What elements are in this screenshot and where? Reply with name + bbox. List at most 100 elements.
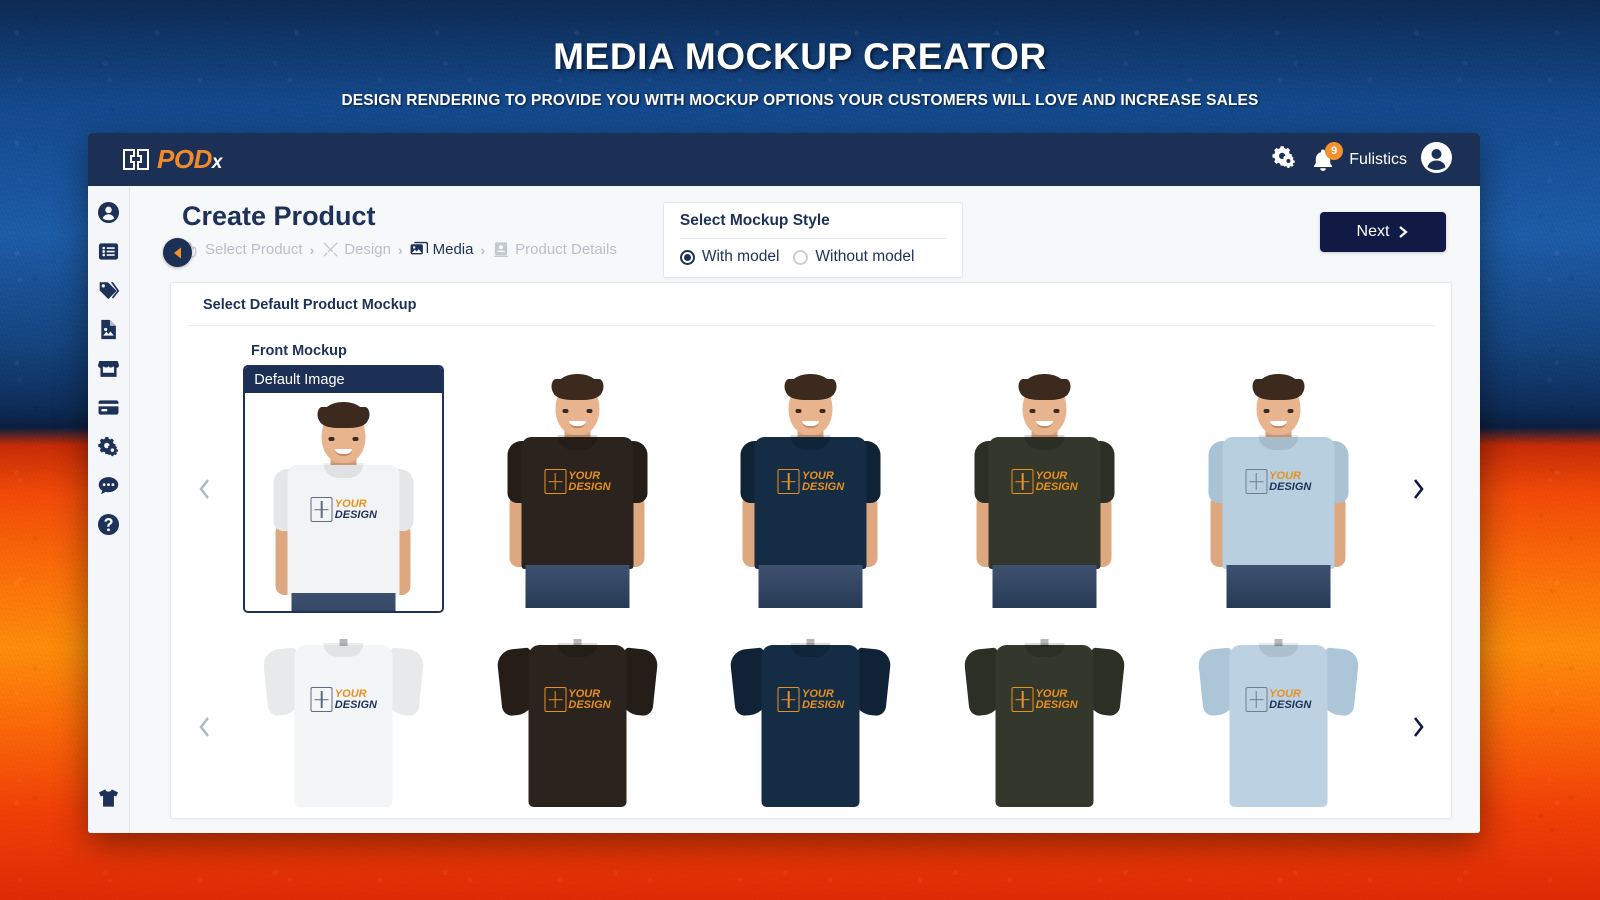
radio-label: Without model xyxy=(815,248,915,265)
logo-puzzle-icon xyxy=(122,148,150,171)
mockup-thumbnail-navy-flat: YOUR DESIGN xyxy=(710,627,911,818)
carousel-prev-row1[interactable] xyxy=(181,475,227,503)
chevron-right-icon xyxy=(1413,717,1424,737)
mockup-thumbnail-navy-model: YOUR DESIGN xyxy=(710,365,912,608)
sidebar-item-catalog[interactable] xyxy=(96,785,122,811)
design-print: YOUR DESIGN xyxy=(544,687,611,712)
avatar[interactable] xyxy=(1421,141,1452,178)
design-line-2: DESIGN xyxy=(801,480,845,493)
sidebar-collapse-toggle[interactable] xyxy=(163,238,192,267)
breadcrumb-item-media[interactable]: Media xyxy=(410,241,474,259)
design-logo-icon xyxy=(1011,687,1034,712)
podx-logo[interactable]: POD x xyxy=(122,144,222,175)
design-logo-icon xyxy=(777,469,800,494)
default-image-badge: Default Image xyxy=(245,367,443,393)
design-line-2: DESIGN xyxy=(1269,698,1312,711)
app-body: Create Product Select Product › Design ›… xyxy=(88,186,1480,833)
mockup-card-light-blue-flat[interactable]: YOUR DESIGN xyxy=(1178,627,1379,818)
sidebar-item-settings[interactable] xyxy=(96,433,122,459)
mockup-thumbnail-light-blue-flat: YOUR DESIGN xyxy=(1178,627,1379,818)
gear-icon[interactable] xyxy=(1271,145,1297,174)
radio-indicator-with-model[interactable] xyxy=(679,249,695,265)
design-print: YOUR DESIGN xyxy=(1011,469,1078,494)
design-line-2: DESIGN xyxy=(801,698,845,711)
front-mockup-carousel-row-1: Default Image YOUR DESIGN YOUR DESIGN YO… xyxy=(171,365,1451,613)
design-logo-icon xyxy=(1011,469,1034,494)
carousel-next-row1[interactable] xyxy=(1395,475,1441,503)
banner-subtitle: DESIGN RENDERING TO PROVIDE YOU WITH MOC… xyxy=(341,92,1259,109)
mockup-thumbnail-dark-olive-model: YOUR DESIGN xyxy=(944,365,1146,608)
front-mockup-label: Front Mockup xyxy=(251,343,347,359)
sidebar-item-billing[interactable] xyxy=(96,394,122,420)
next-button-label: Next xyxy=(1356,223,1390,240)
radio-label: With model xyxy=(701,248,780,265)
breadcrumb-separator: › xyxy=(309,241,315,258)
collapse-left-icon xyxy=(173,247,181,258)
design-logo-icon xyxy=(544,687,567,712)
mockup-card-light-blue-model[interactable]: YOUR DESIGN xyxy=(1177,365,1379,608)
design-line-1: YOUR xyxy=(801,469,834,482)
breadcrumb-separator: › xyxy=(397,241,403,258)
breadcrumb-separator: › xyxy=(480,241,486,258)
radio-without-model[interactable]: Without model xyxy=(793,248,914,266)
design-line-1: YOUR xyxy=(568,469,601,482)
mockup-card-white-model[interactable]: Default Image YOUR DESIGN xyxy=(243,365,445,613)
breadcrumb-item-product-details[interactable]: Product Details xyxy=(492,241,617,259)
mockup-card-dark-olive-model[interactable]: YOUR DESIGN xyxy=(944,365,1146,608)
design-line-2: DESIGN xyxy=(568,480,611,493)
design-line-1: YOUR xyxy=(1269,687,1301,700)
page-background: MEDIA MOCKUP CREATOR DESIGN RENDERING TO… xyxy=(0,0,1600,900)
page-header: Create Product Select Product › Design ›… xyxy=(130,186,1480,282)
main-content: Create Product Select Product › Design ›… xyxy=(130,186,1480,833)
design-print: YOUR DESIGN xyxy=(544,469,611,494)
mockup-card-white-flat[interactable]: YOUR DESIGN xyxy=(243,627,444,818)
sidebar-item-help[interactable] xyxy=(96,511,122,537)
mockup-thumbnail-white-flat: YOUR DESIGN xyxy=(243,627,444,818)
chevron-right-icon xyxy=(1399,226,1409,238)
mockup-thumbnail-white-model: YOUR DESIGN xyxy=(245,393,443,611)
sidebar-item-media[interactable] xyxy=(96,316,122,342)
mockup-card-dark-olive-flat[interactable]: YOUR DESIGN xyxy=(944,627,1145,818)
breadcrumb-item-select-product[interactable]: Select Product xyxy=(182,241,303,259)
sidebar-item-messages[interactable] xyxy=(96,472,122,498)
mockup-track-row1: Default Image YOUR DESIGN YOUR DESIGN YO… xyxy=(227,365,1395,613)
sidebar-item-store[interactable] xyxy=(96,355,122,381)
breadcrumb-item-design[interactable]: Design xyxy=(321,241,391,259)
mockup-card-black-flat[interactable]: YOUR DESIGN xyxy=(477,627,678,818)
design-line-2: DESIGN xyxy=(1035,698,1078,711)
breadcrumb-label: Design xyxy=(344,241,391,259)
mockup-thumbnail-dark-olive-flat: YOUR DESIGN xyxy=(944,627,1145,818)
notifications-bell[interactable]: 9 xyxy=(1311,141,1344,173)
radio-with-model[interactable]: With model xyxy=(679,248,780,266)
breadcrumb: Select Product › Design › Media › Produc… xyxy=(182,241,617,259)
app-topbar: POD x 9 Fulistics xyxy=(88,133,1480,186)
design-line-1: YOUR xyxy=(1035,687,1068,700)
radio-indicator-without-model[interactable] xyxy=(793,249,809,265)
topbar-actions: 9 Fulistics xyxy=(1271,141,1452,178)
tshirt-icon xyxy=(98,789,119,807)
design-print: YOUR DESIGN xyxy=(777,469,845,494)
sidebar-item-products[interactable] xyxy=(96,277,122,303)
app-window: POD x 9 Fulistics Create Product Select … xyxy=(88,133,1480,833)
carousel-prev-row2[interactable] xyxy=(181,713,227,741)
photos-icon xyxy=(410,241,428,259)
user-name-label: Fulistics xyxy=(1349,150,1407,168)
next-button[interactable]: Next xyxy=(1320,212,1446,252)
design-logo-icon xyxy=(310,497,333,522)
sidebar-item-account[interactable] xyxy=(96,199,122,225)
sidebar-item-orders[interactable] xyxy=(96,238,122,264)
design-logo-icon xyxy=(310,687,333,712)
design-print: YOUR DESIGN xyxy=(1245,469,1311,494)
mockup-card-navy-model[interactable]: YOUR DESIGN xyxy=(710,365,912,608)
mockup-thumbnail-black-model: YOUR DESIGN xyxy=(476,365,678,608)
mockup-card-black-model[interactable]: YOUR DESIGN xyxy=(476,365,678,608)
design-line-1: YOUR xyxy=(568,687,601,700)
design-line-2: DESIGN xyxy=(568,698,611,711)
mockup-selection-card: Select Default Product Mockup Front Mock… xyxy=(170,282,1452,819)
breadcrumb-label: Media xyxy=(432,241,474,259)
carousel-next-row2[interactable] xyxy=(1395,713,1441,741)
mockup-card-navy-flat[interactable]: YOUR DESIGN xyxy=(710,627,911,818)
notification-badge: 9 xyxy=(1325,141,1344,160)
design-line-1: YOUR xyxy=(334,687,367,700)
design-logo-icon xyxy=(1245,469,1268,494)
